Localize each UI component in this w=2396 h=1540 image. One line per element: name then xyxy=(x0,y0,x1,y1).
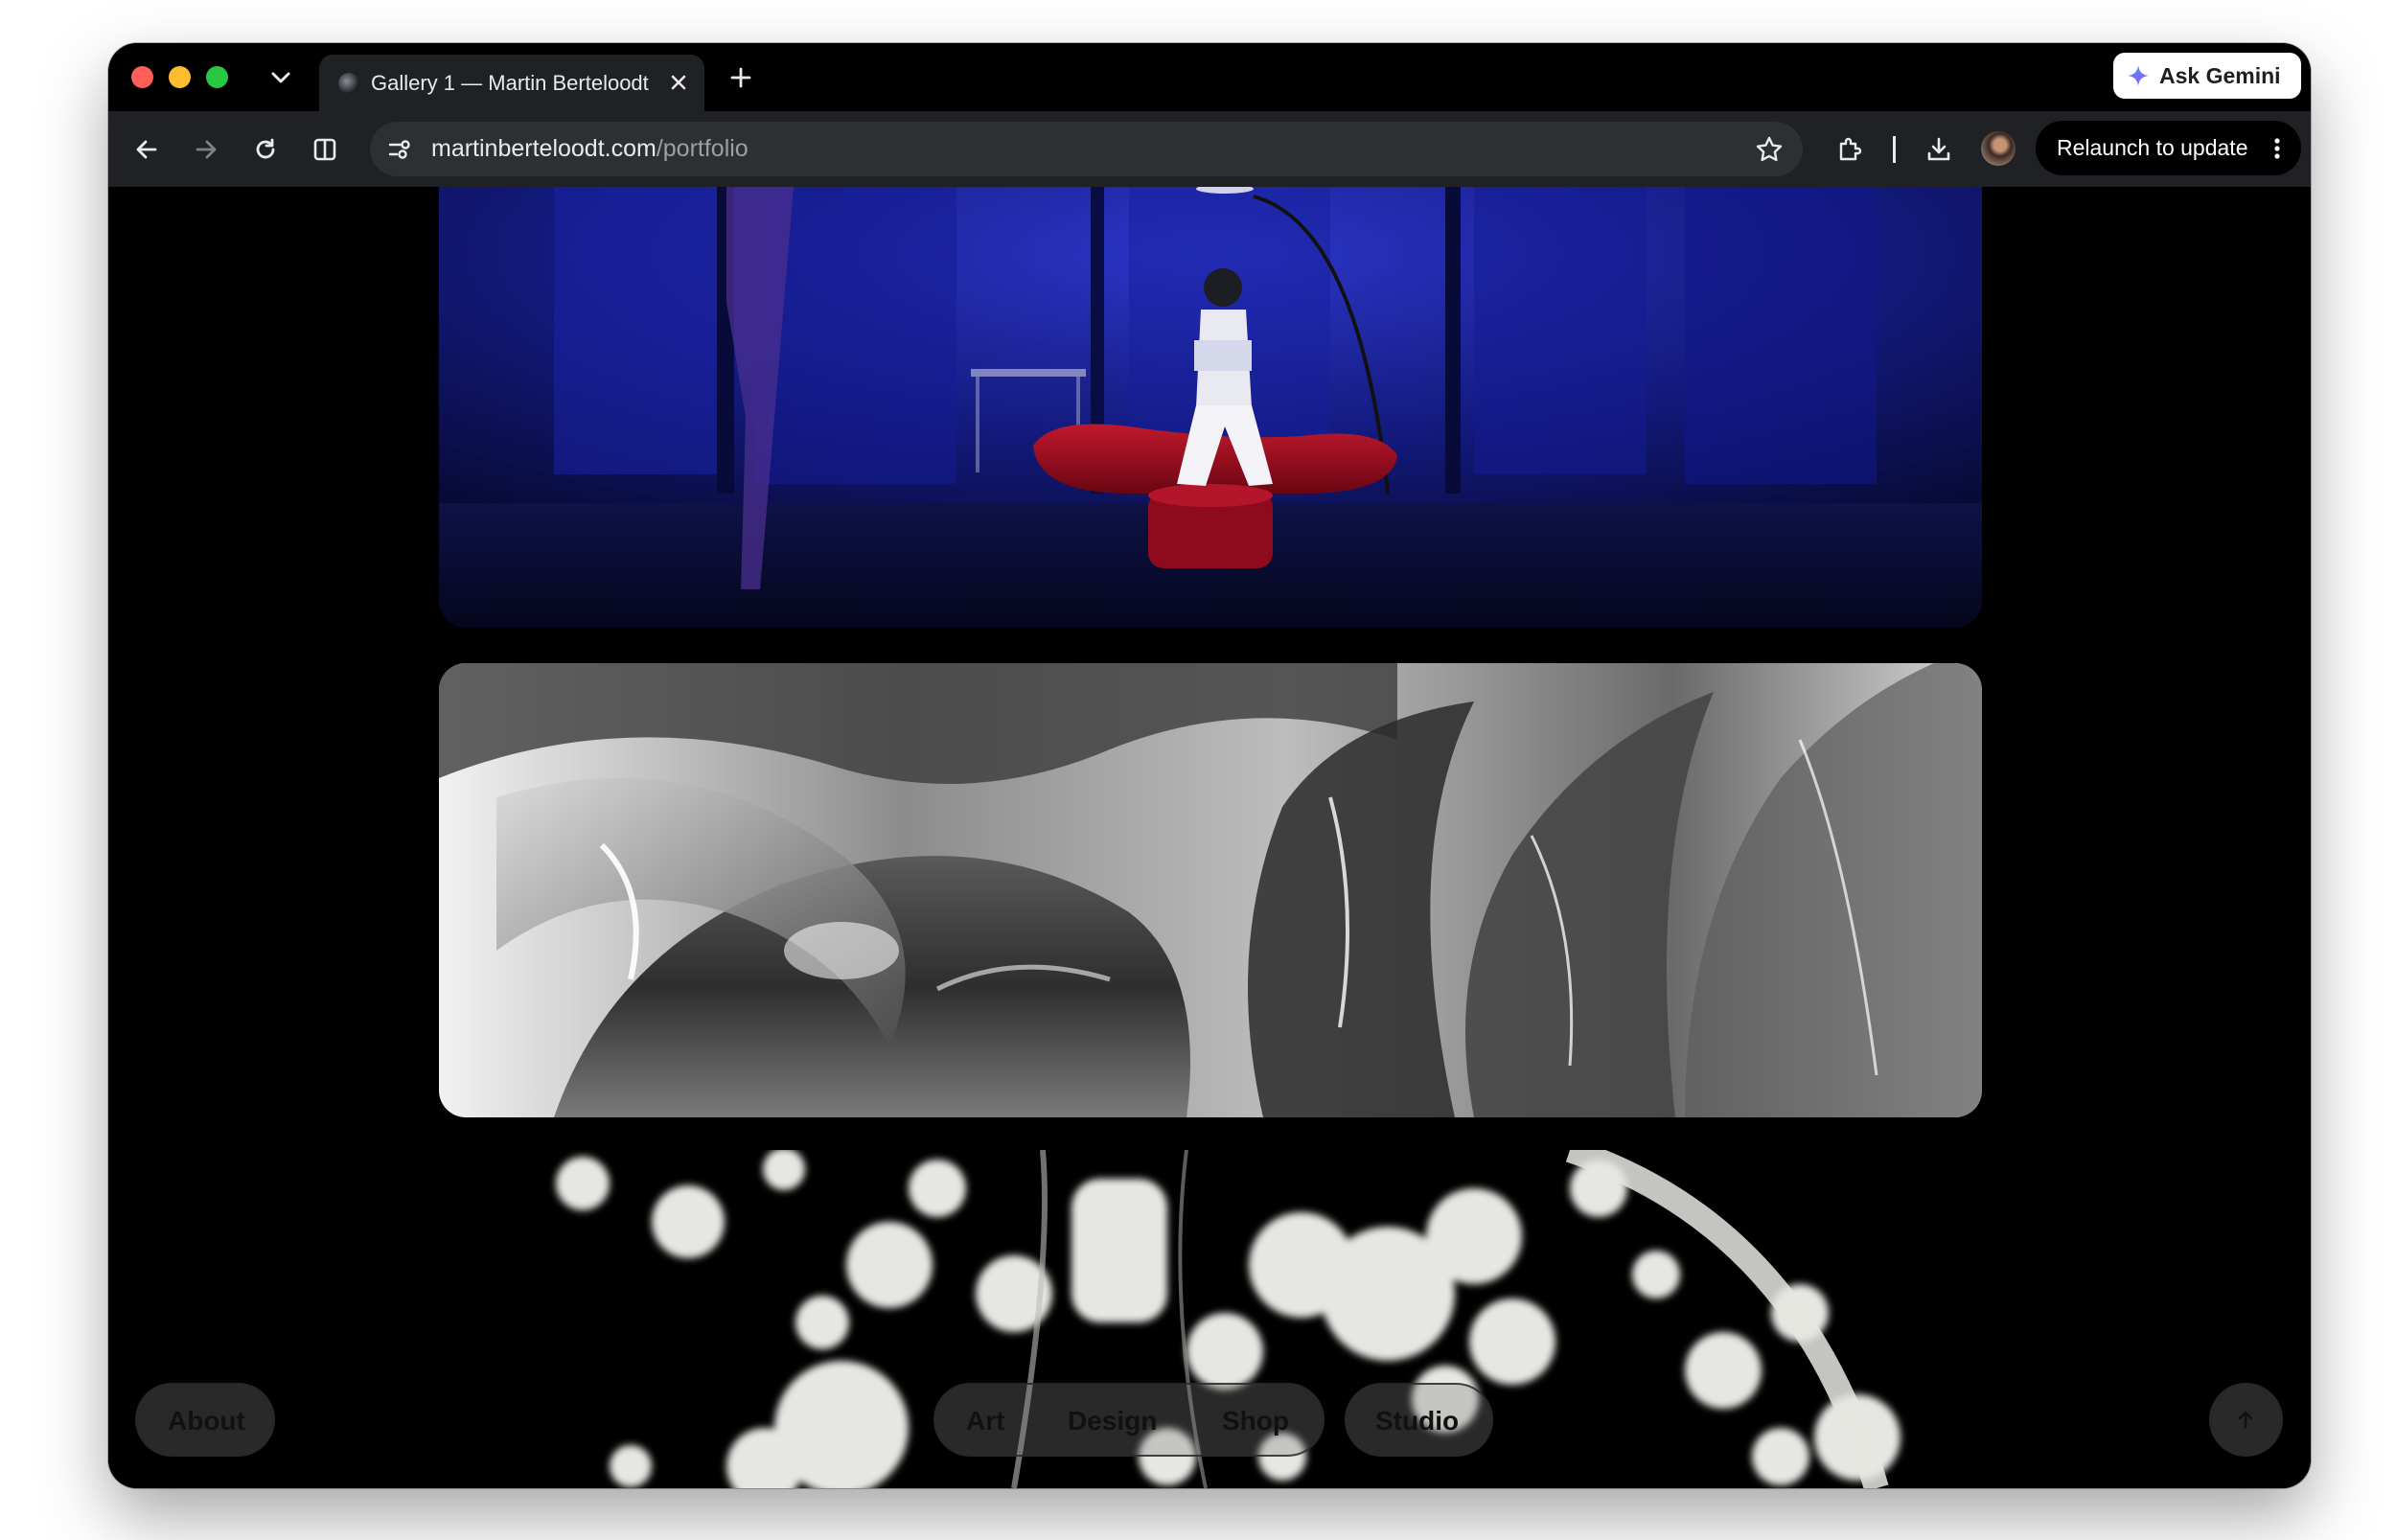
profile-avatar[interactable] xyxy=(1981,131,2016,166)
gallery-image-blue-room xyxy=(439,187,1982,628)
plus-icon xyxy=(730,67,751,88)
minimize-window-button[interactable] xyxy=(169,66,191,88)
category-nav: Art Design Shop xyxy=(933,1383,1325,1457)
studio-button[interactable]: Studio xyxy=(1345,1383,1493,1457)
more-vertical-icon xyxy=(2274,138,2280,159)
url-path: /portfolio xyxy=(656,135,749,162)
browser-toolbar: martinberteloodt.com/portfolio Relaunch … xyxy=(108,111,2311,187)
tab-search-button[interactable] xyxy=(262,58,300,97)
relaunch-label: Relaunch to update xyxy=(2057,135,2248,160)
gemini-spark-icon xyxy=(2128,65,2149,86)
star-icon[interactable] xyxy=(1755,135,1784,164)
forward-arrow-icon xyxy=(196,140,217,159)
site-info-button[interactable] xyxy=(381,131,418,168)
site-info-icon xyxy=(388,140,410,159)
ask-gemini-button[interactable]: Ask Gemini xyxy=(2113,53,2301,99)
nav-item-design[interactable]: Design xyxy=(1068,1406,1157,1437)
close-window-button[interactable] xyxy=(131,66,153,88)
about-button[interactable]: About xyxy=(135,1383,275,1457)
split-view-button[interactable] xyxy=(306,130,344,169)
url-host: martinberteloodt.com xyxy=(431,135,657,162)
page-viewport: About Art Design Shop Studio xyxy=(108,187,2311,1488)
back-arrow-icon xyxy=(136,140,157,159)
ask-gemini-label: Ask Gemini xyxy=(2159,62,2281,88)
tab-title: Gallery 1 — Martin Berteloodt xyxy=(371,71,649,95)
arrow-up-icon xyxy=(2238,1411,2253,1429)
tab-close-button[interactable] xyxy=(664,68,693,97)
browser-window: Gallery 1 — Martin Berteloodt Ask Gemini xyxy=(108,43,2311,1488)
gallery-item-2[interactable] xyxy=(439,663,1982,1117)
extensions-icon xyxy=(1839,137,1862,161)
new-tab-button[interactable] xyxy=(722,58,760,97)
gallery-item-1[interactable] xyxy=(439,187,1982,628)
nav-item-shop[interactable]: Shop xyxy=(1222,1406,1289,1437)
back-button[interactable] xyxy=(127,130,166,169)
address-bar[interactable]: martinberteloodt.com/portfolio xyxy=(370,122,1803,176)
downloads-button[interactable] xyxy=(1920,130,1958,169)
forward-button[interactable] xyxy=(187,130,225,169)
nav-item-art[interactable]: Art xyxy=(966,1406,1004,1437)
favicon-icon xyxy=(338,73,359,94)
active-tab[interactable]: Gallery 1 — Martin Berteloodt xyxy=(319,55,704,112)
toolbar-divider xyxy=(1893,136,1896,163)
gallery-image-silver-liquid xyxy=(439,663,1982,1117)
tab-strip: Gallery 1 — Martin Berteloodt Ask Gemini xyxy=(108,43,2311,112)
about-label: About xyxy=(168,1406,245,1436)
reload-icon xyxy=(256,138,275,159)
download-icon xyxy=(1927,137,1950,161)
close-icon xyxy=(671,75,686,90)
extensions-button[interactable] xyxy=(1831,130,1869,169)
chevron-down-icon xyxy=(271,72,290,83)
studio-label: Studio xyxy=(1375,1406,1460,1436)
scroll-to-top-button[interactable] xyxy=(2209,1383,2283,1457)
reload-button[interactable] xyxy=(246,130,285,169)
url-text[interactable]: martinberteloodt.com/portfolio xyxy=(431,135,749,163)
relaunch-to-update-button[interactable]: Relaunch to update xyxy=(2036,121,2301,175)
split-view-icon xyxy=(313,138,336,161)
maximize-window-button[interactable] xyxy=(206,66,228,88)
